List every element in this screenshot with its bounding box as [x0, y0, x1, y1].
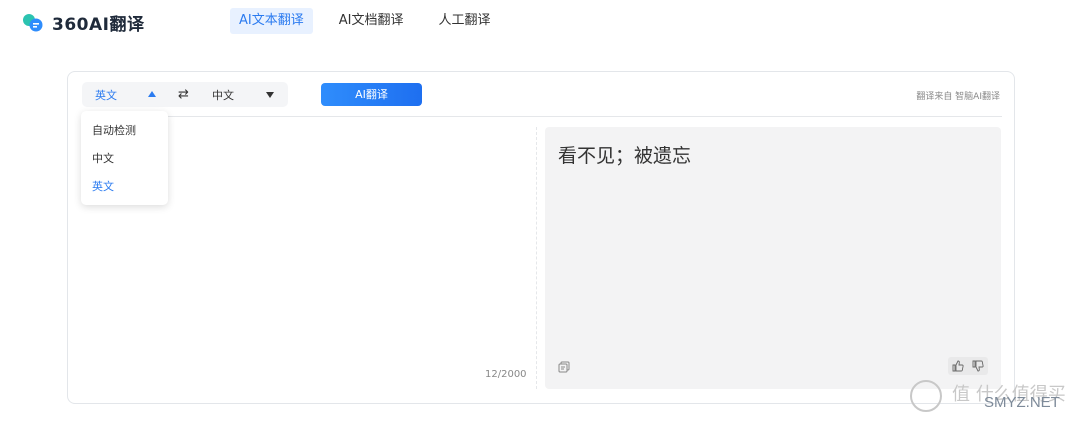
logo[interactable]: 360AI翻译	[22, 10, 144, 35]
translated-text: 看不见；被遗忘	[558, 145, 692, 167]
ai-translate-button[interactable]: AI翻译	[321, 83, 422, 106]
dropdown-option-auto-detect[interactable]: 自动检测	[92, 122, 136, 138]
source-language-select[interactable]: 英文	[95, 87, 117, 103]
divider	[82, 116, 1002, 117]
dropdown-option-english[interactable]: 英文	[92, 178, 114, 194]
pane-separator	[536, 127, 537, 389]
source-language-dropdown: 自动检测 中文 英文	[81, 111, 168, 205]
thumbs-up-icon[interactable]	[952, 360, 964, 372]
thumbs-down-icon[interactable]	[972, 360, 984, 372]
top-bar: 360AI翻译 AI文本翻译 AI文档翻译 人工翻译	[0, 0, 1080, 40]
360-translate-logo-icon	[23, 13, 43, 31]
caret-up-icon[interactable]	[148, 91, 156, 97]
caret-down-icon[interactable]	[266, 92, 274, 98]
translation-source-note: 翻译来自 智脑AI翻译	[916, 92, 1000, 102]
logo-text: 360AI翻译	[52, 15, 145, 35]
language-selector: 英文 ⇄ 中文	[82, 82, 288, 107]
main-nav: AI文本翻译 AI文档翻译 人工翻译	[230, 8, 516, 34]
tab-ai-text-translate[interactable]: AI文本翻译	[230, 8, 313, 34]
char-counter: 12/2000	[485, 369, 527, 380]
watermark-en: SMYZ.NET	[984, 394, 1060, 411]
tab-ai-document-translate[interactable]: AI文档翻译	[330, 8, 413, 34]
output-pane: 看不见；被遗忘	[545, 127, 1001, 389]
watermark-logo-icon	[910, 380, 942, 412]
copy-icon[interactable]	[558, 361, 570, 373]
feedback-group	[948, 357, 988, 375]
watermark: 值 什么值得买 SMYZ.NET	[906, 378, 1080, 418]
target-language-select[interactable]: 中文	[212, 87, 234, 103]
translator-card: 英文 ⇄ 中文 AI翻译 翻译来自 智脑AI翻译 ght 12/2000 看不见…	[67, 71, 1015, 404]
tab-human-translate[interactable]: 人工翻译	[429, 8, 499, 34]
dropdown-option-chinese[interactable]: 中文	[92, 150, 114, 166]
swap-arrows-icon[interactable]: ⇄	[178, 87, 189, 102]
